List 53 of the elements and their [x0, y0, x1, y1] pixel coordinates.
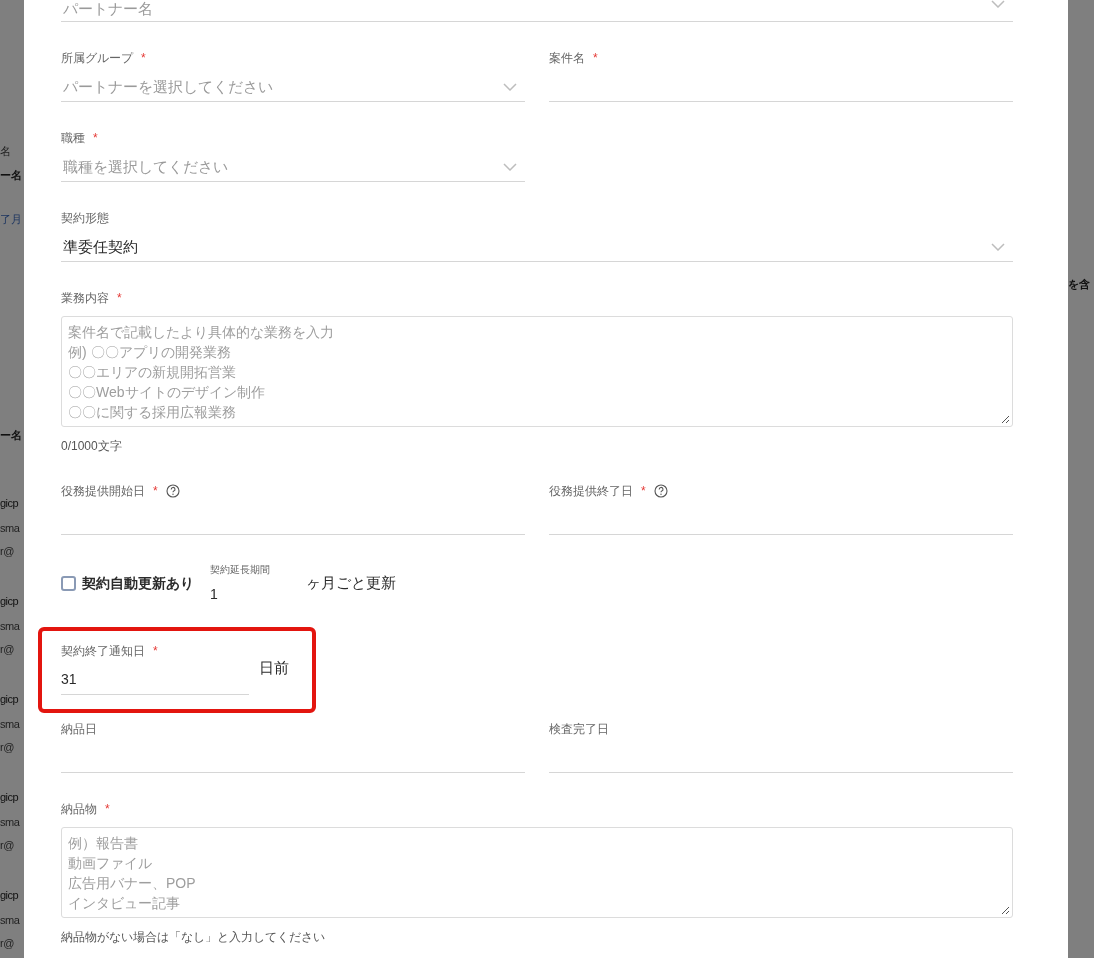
backdrop-text: gicp — [0, 790, 20, 805]
backdrop-text: gicp — [0, 594, 20, 609]
backdrop-text: sma — [0, 521, 21, 536]
backdrop-text: r@ — [0, 642, 15, 657]
field-label: 契約終了通知日 — [61, 643, 145, 660]
backdrop-text: 了月 — [0, 212, 22, 225]
chevron-down-icon — [503, 162, 517, 171]
backdrop-text: ー名 — [0, 168, 22, 183]
field-label: 納品物 — [61, 801, 97, 818]
required-mark: * — [153, 645, 158, 657]
backdrop-text: sma — [0, 913, 21, 928]
unit-text: 日前 — [259, 658, 289, 678]
resize-handle-icon — [1001, 415, 1010, 424]
field-label: 契約延長期間 — [210, 562, 271, 577]
required-mark: * — [93, 132, 98, 144]
chevron-down-icon — [991, 242, 1005, 251]
helper-text: 0/1000文字 — [61, 438, 123, 455]
resize-handle-icon — [1001, 906, 1010, 915]
backdrop-text: sma — [0, 815, 21, 830]
field-label: 役務提供開始日 — [61, 483, 145, 500]
text-input[interactable]: 1 — [210, 584, 300, 605]
field-label: 契約形態 — [61, 210, 109, 227]
field-label: 納品日 — [61, 721, 97, 738]
required-mark: * — [593, 52, 598, 64]
field-label: 職種 — [61, 130, 85, 147]
backdrop-text: gicp — [0, 888, 20, 903]
backdrop-text: sma — [0, 619, 21, 634]
field-label: 業務内容 — [61, 290, 109, 307]
required-mark: * — [105, 803, 110, 815]
backdrop-text: ー名 — [0, 428, 22, 443]
chevron-down-icon — [503, 82, 517, 91]
backdrop-text: r@ — [0, 838, 15, 853]
backdrop-text: を含 — [1068, 277, 1091, 292]
field-label: 役務提供終了日 — [549, 483, 633, 500]
required-mark: * — [141, 52, 146, 64]
backdrop-text: r@ — [0, 544, 15, 559]
auto-renewal-checkbox[interactable]: 契約自動更新あり — [61, 572, 194, 594]
backdrop-text: sma — [0, 717, 21, 732]
unit-text: ヶ月ごと更新 — [306, 572, 396, 593]
required-mark: * — [153, 485, 158, 497]
backdrop-text: r@ — [0, 740, 15, 755]
backdrop-text: gicp — [0, 496, 20, 511]
select-field[interactable]: 準委任契約 — [61, 232, 1013, 262]
field-label: 案件名 — [549, 50, 585, 67]
field-label: 所属グループ — [61, 50, 133, 67]
backdrop-text: 名 — [0, 144, 12, 157]
chevron-down-icon — [991, 0, 1005, 8]
backdrop-text: r@ — [0, 936, 15, 951]
helper-text: 納品物がない場合は「なし」と入力してください — [61, 929, 326, 946]
field-label: 検査完了日 — [549, 721, 609, 738]
required-mark: * — [641, 485, 646, 497]
backdrop-text: gicp — [0, 692, 20, 707]
required-mark: * — [117, 292, 122, 304]
